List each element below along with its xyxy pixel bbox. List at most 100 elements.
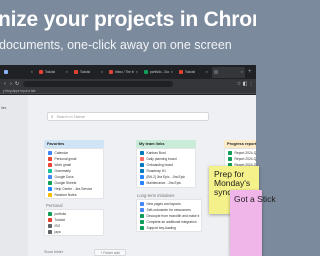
close-icon[interactable]: ✕ xyxy=(204,70,208,74)
browser-tab[interactable]: Todoist ✕ xyxy=(72,67,105,78)
site-favicon-icon xyxy=(48,169,52,173)
bookmark-item[interactable]: jaya xyxy=(45,229,103,235)
bookmark-label: Google Docs xyxy=(54,175,74,179)
site-favicon-icon xyxy=(140,169,144,173)
bookmark-item[interactable]: Maintenance - Jira Epic xyxy=(137,180,195,186)
bookmark-label: jaya xyxy=(54,230,61,234)
bookmark-label: Google Sheets xyxy=(54,181,77,185)
site-favicon-icon xyxy=(48,181,52,185)
site-favicon-icon xyxy=(140,163,144,167)
column-title-my-team-links[interactable]: My team links xyxy=(136,140,196,148)
tab-favicon-icon xyxy=(179,70,183,74)
banner-subline: documents, one-click away on one screen xyxy=(0,38,232,52)
bookmark-label: Onboarding board xyxy=(146,163,174,167)
bookmark-item[interactable]: Random Notes xyxy=(45,192,103,198)
site-favicon-icon xyxy=(48,157,52,161)
favorites-list: Calendar Personal gmail Work gmail Grammarl… xyxy=(44,148,104,199)
site-favicon-icon xyxy=(48,230,52,234)
bookmark-label: Self-onboarder for newcomers xyxy=(146,208,191,212)
browser-window: ✕Todoist✕Todoist✕Inbox / The Innovation … xyxy=(0,65,256,256)
site-favicon-icon xyxy=(48,218,52,222)
site-favicon-icon xyxy=(48,224,52,228)
bookmark-label: Complete an additional integration xyxy=(146,220,197,224)
reload-icon[interactable]: ↻ xyxy=(14,81,20,87)
site-favicon-icon xyxy=(48,175,52,179)
site-favicon-icon xyxy=(48,151,52,155)
tab-title: Todoist xyxy=(185,70,196,74)
site-favicon-icon xyxy=(48,193,52,197)
banner-headline: nize your projects in Chrom xyxy=(0,8,256,31)
site-favicon-icon xyxy=(140,151,144,155)
browser-tab[interactable]: Inbox / The Innovation Worksh✕ xyxy=(107,67,140,78)
bookmark-label: Daily planning board xyxy=(146,157,177,161)
left-sidebar: ites xyxy=(0,95,28,256)
address-bar[interactable] xyxy=(23,80,173,87)
close-icon[interactable]: ✕ xyxy=(64,70,68,74)
browser-tab[interactable]: Todoist ✕ xyxy=(37,67,70,78)
site-favicon-icon xyxy=(228,151,232,155)
bookmark-label: Grammarly xyxy=(54,169,71,173)
site-favicon-icon xyxy=(140,175,144,179)
bookmark-label: Todoist xyxy=(54,218,65,222)
bookmark-label: Work gmail xyxy=(54,163,71,167)
bookmark-label: Report 2024-Q1 xyxy=(234,151,257,155)
sticky-note[interactable]: Got a Stick xyxy=(230,190,276,256)
close-icon[interactable]: ✕ xyxy=(239,70,243,74)
site-favicon-icon xyxy=(140,181,144,185)
bookmark-label: Report 2024-Q2 xyxy=(234,157,257,161)
browser-tab[interactable]: Todoist ✕ xyxy=(177,67,210,78)
browser-tab[interactable]: portfolio - Google Sheets✕ xyxy=(142,67,175,78)
bookmark-label: Personal gmail xyxy=(54,157,77,161)
site-favicon-icon xyxy=(48,163,52,167)
column-title-progress-reports[interactable]: Progress reports xyxy=(224,140,256,148)
bookmark-label: Kanban Bord xyxy=(146,151,166,155)
bookmark-label: portfolio xyxy=(54,212,67,216)
personal-list: portfolio Todoist ISO jaya xyxy=(44,209,104,236)
show-folders-link[interactable]: Show folder xyxy=(44,250,63,254)
bookmark-item[interactable]: Support key-loading xyxy=(137,225,201,231)
bookmark-label: Help Center - Jira Service xyxy=(54,187,93,191)
sticky-note-text: Got a Stick xyxy=(234,194,276,204)
tab-title: Todoist xyxy=(45,70,56,74)
site-favicon-icon xyxy=(48,212,52,216)
search-placeholder: Search in Tabme xyxy=(56,114,85,119)
browser-tab[interactable]: ✕ xyxy=(212,66,245,78)
site-favicon-icon xyxy=(140,220,144,224)
close-icon[interactable]: ✕ xyxy=(169,70,173,74)
longterm-label[interactable]: Long-term initiatives xyxy=(137,193,174,198)
tab-favicon-icon xyxy=(214,70,218,74)
tab-title: Todoist xyxy=(80,70,91,74)
column-title-favorites[interactable]: Favorites xyxy=(44,140,104,148)
add-folder-button[interactable]: + Folder add xyxy=(94,249,126,256)
sidebar-label[interactable]: ites xyxy=(1,106,6,110)
tab-favicon-icon xyxy=(74,70,78,74)
my-team-links-list: Kanban Bord Daily planning board Onboardin… xyxy=(136,148,196,188)
site-favicon-icon xyxy=(228,157,232,161)
browser-tab[interactable]: ✕ xyxy=(2,67,35,78)
tab-favicon-icon xyxy=(4,70,8,74)
bookmark-label: New pages and layouts xyxy=(146,202,181,206)
bookmark-label: Roadmap H1 xyxy=(146,169,166,173)
menu-icon[interactable]: ⋮ xyxy=(248,81,254,87)
bookmarks-bar: y blog Apps Input a tab xyxy=(0,88,256,94)
bookmark-label: [BN-2] Jira Epic - Jira Epic xyxy=(146,175,185,179)
close-icon[interactable]: ✕ xyxy=(99,70,103,74)
site-favicon-icon xyxy=(48,187,52,191)
close-icon[interactable]: ✕ xyxy=(29,70,33,74)
promo-banner: nize your projects in Chrom documents, o… xyxy=(0,0,256,62)
bookmark-label: ISO xyxy=(54,224,61,228)
new-tab-icon[interactable]: + xyxy=(248,69,252,75)
tab-favicon-icon xyxy=(109,70,113,74)
search-icon: ⌕ xyxy=(51,114,54,119)
personal-label[interactable]: Personal xyxy=(46,203,63,208)
longterm-list: New pages and layouts Self-onboarder for … xyxy=(136,199,202,232)
bookmark-label: Random Notes xyxy=(54,193,77,197)
site-favicon-icon xyxy=(140,208,144,212)
bookmark-label: Maintenance - Jira Epic xyxy=(146,181,181,185)
site-favicon-icon xyxy=(140,226,144,230)
search-input[interactable]: ⌕ Search in Tabme xyxy=(47,112,209,121)
bookmarks-items[interactable]: y blog Apps Input a tab xyxy=(3,89,35,93)
close-icon[interactable]: ✕ xyxy=(134,70,138,74)
site-favicon-icon xyxy=(140,214,144,218)
tab-title: portfolio - Google Sheets xyxy=(150,70,170,74)
